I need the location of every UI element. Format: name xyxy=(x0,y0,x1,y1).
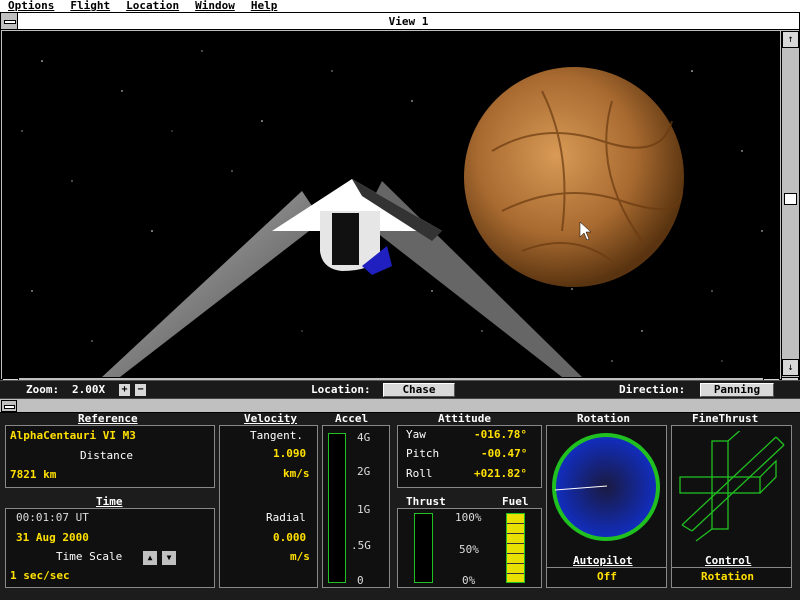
menu-options[interactable]: Options xyxy=(0,0,62,12)
autopilot-title[interactable]: Autopilot xyxy=(573,554,633,567)
ship-window xyxy=(332,213,359,265)
panel-header xyxy=(0,399,800,413)
menu-window[interactable]: Window xyxy=(187,0,243,12)
direction-button[interactable]: Panning xyxy=(700,383,774,397)
fuel-gauge-ticks xyxy=(507,514,524,582)
accel-title: Accel xyxy=(335,412,369,425)
fuel-tick-100: 100% xyxy=(455,511,482,524)
distance-value: 7821 km xyxy=(10,468,57,481)
location-button[interactable]: Chase xyxy=(383,383,455,397)
zoom-value: 2.00X xyxy=(72,383,106,396)
panel-system-menu-icon[interactable] xyxy=(1,400,17,412)
tangent-unit: km/s xyxy=(283,467,310,480)
control-panel: Reference AlphaCentauri VI M3 Distance 7… xyxy=(0,398,800,600)
time-scale-up-button[interactable]: ▲ xyxy=(143,551,157,565)
time-clock: 00:01:07 UT xyxy=(16,511,89,524)
roll-value: +021.82° xyxy=(474,467,527,480)
menu-flight-label: Flight xyxy=(70,0,111,12)
control-title[interactable]: Control xyxy=(705,554,751,567)
control-value[interactable]: Rotation xyxy=(701,570,754,583)
radial-label: Radial xyxy=(266,511,306,524)
accel-gauge xyxy=(328,433,346,583)
menu-location-label: Location xyxy=(126,0,180,12)
scroll-up-button[interactable]: ↑ xyxy=(782,31,799,48)
radial-value: 0.000 xyxy=(273,531,307,544)
accel-tick-0: 0 xyxy=(357,574,364,587)
finethrust-indicator[interactable] xyxy=(676,431,786,543)
menu-help[interactable]: Help xyxy=(243,0,286,12)
time-scale-label: Time Scale xyxy=(56,550,123,563)
location-label: Location: xyxy=(311,383,371,396)
radial-unit: m/s xyxy=(290,550,310,563)
accel-tick-1g: 1G xyxy=(357,503,371,516)
view-title: View 1 xyxy=(388,14,429,28)
reference-name: AlphaCentauri VI M3 xyxy=(10,429,136,442)
roll-label: Roll xyxy=(406,467,433,480)
ship-wing-left xyxy=(102,191,322,377)
rotation-indicator[interactable] xyxy=(550,431,662,543)
fuel-gauge xyxy=(506,513,525,583)
time-scale-value: 1 sec/sec xyxy=(10,569,70,582)
view-title-bar: View 1 xyxy=(1,13,799,30)
time-date: 31 Aug 2000 xyxy=(16,531,89,544)
time-scale-down-button[interactable]: ▼ xyxy=(162,551,176,565)
time-title[interactable]: Time xyxy=(96,495,123,508)
pitch-value: -00.47° xyxy=(481,447,528,460)
planet xyxy=(464,67,684,287)
finethrust-title: FineThrust xyxy=(692,412,759,425)
scroll-down-button[interactable]: ↓ xyxy=(782,359,799,376)
menu-bar: Options Flight Location Window Help xyxy=(0,0,800,12)
vertical-scroll-thumb[interactable] xyxy=(784,193,797,205)
yaw-value: -016.78° xyxy=(474,428,527,441)
accel-tick-2g: 2G xyxy=(357,465,371,478)
space-scene xyxy=(21,50,763,377)
system-menu-icon[interactable] xyxy=(1,13,18,29)
rotation-title: Rotation xyxy=(577,412,630,425)
direction-label: Direction: xyxy=(619,383,686,396)
menu-help-label: Help xyxy=(250,0,278,12)
space-view[interactable] xyxy=(2,31,780,377)
tangent-label: Tangent. xyxy=(250,429,303,442)
reference-title[interactable]: Reference xyxy=(78,412,138,425)
yaw-label: Yaw xyxy=(406,428,426,441)
fuel-title: Fuel xyxy=(502,495,529,508)
thrust-title: Thrust xyxy=(406,495,446,508)
view-window: View 1 ↑ ↓ xyxy=(0,12,800,395)
thrust-gauge[interactable] xyxy=(414,513,433,583)
pitch-label: Pitch xyxy=(406,447,440,460)
menu-location[interactable]: Location xyxy=(118,0,187,12)
finethrust-cross-icon xyxy=(679,431,785,542)
menu-window-label: Window xyxy=(195,0,235,12)
accel-tick-05g: .5G xyxy=(351,539,371,552)
zoom-label: Zoom: xyxy=(26,383,60,396)
tangent-value: 1.090 xyxy=(273,447,307,460)
fuel-tick-50: 50% xyxy=(459,543,479,556)
menu-flight[interactable]: Flight xyxy=(62,0,118,12)
rotation-dial xyxy=(552,433,660,541)
fuel-tick-0: 0% xyxy=(462,574,476,587)
view-toolbar: Zoom: 2.00X + − Location: Chase Directio… xyxy=(0,380,800,398)
distance-label: Distance xyxy=(80,449,133,462)
attitude-title: Attitude xyxy=(438,412,491,425)
zoom-in-button[interactable]: + xyxy=(119,384,130,396)
velocity-title[interactable]: Velocity xyxy=(244,412,297,425)
vertical-scrollbar[interactable]: ↑ ↓ xyxy=(781,31,799,377)
accel-tick-4g: 4G xyxy=(357,431,371,444)
menu-options-label: Options xyxy=(8,0,55,12)
zoom-out-button[interactable]: − xyxy=(135,384,146,396)
autopilot-value[interactable]: Off xyxy=(597,570,617,583)
